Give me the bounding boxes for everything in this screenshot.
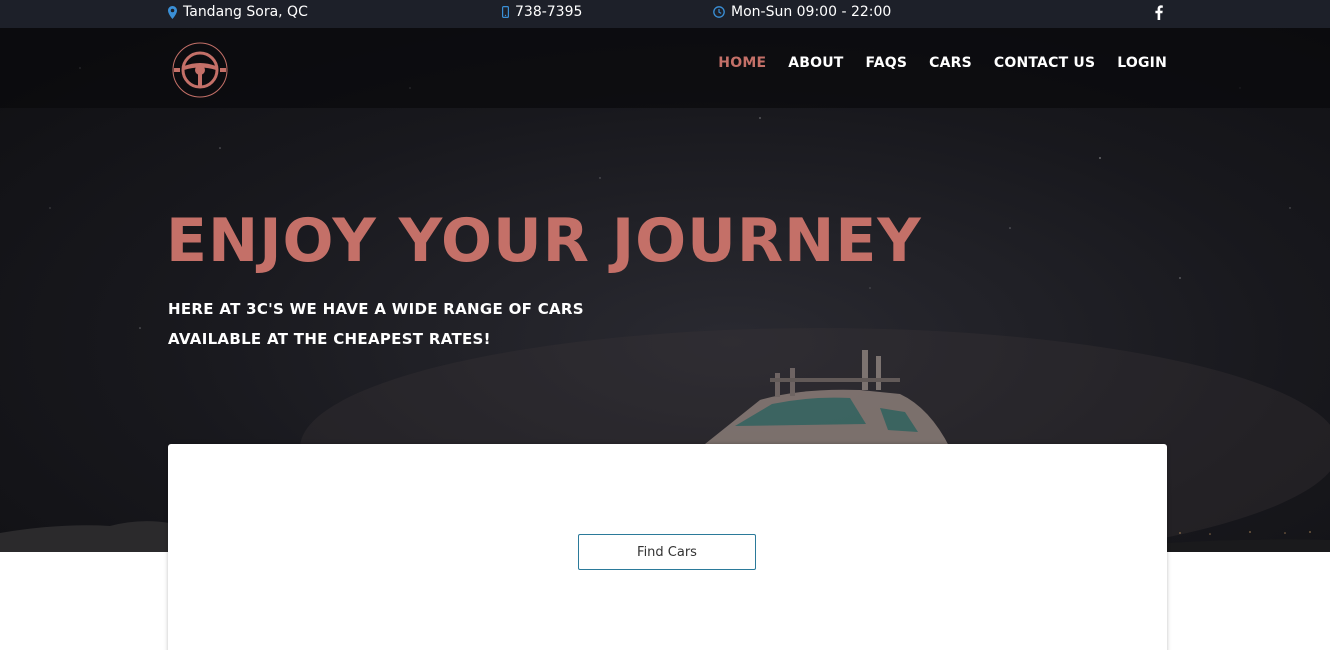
hero-subtitle-line-2: AVAILABLE AT THE CHEAPEST RATES! xyxy=(168,330,491,348)
map-marker-icon xyxy=(168,5,177,19)
address-info: Tandang Sora, QC xyxy=(168,2,308,22)
nav-contact-us[interactable]: CONTACT US xyxy=(994,55,1095,71)
nav-faqs[interactable]: FAQS xyxy=(866,55,908,71)
search-card: Find Cars xyxy=(168,444,1167,650)
nav-login[interactable]: LOGIN xyxy=(1117,55,1167,71)
phone-info: 738-7395 xyxy=(502,2,582,22)
nav-about[interactable]: ABOUT xyxy=(788,55,843,71)
hero-subtitle: HERE AT 3C'S WE HAVE A WIDE RANGE OF CAR… xyxy=(168,294,584,354)
clock-icon xyxy=(713,6,725,18)
hours-text: Mon-Sun 09:00 - 22:00 xyxy=(731,4,892,20)
main-navbar: HOME ABOUT FAQS CARS CONTACT US LOGIN xyxy=(0,28,1330,108)
facebook-icon[interactable] xyxy=(1155,4,1163,20)
page: ENJOY YOUR JOURNEY HERE AT 3C'S WE HAVE … xyxy=(0,0,1330,650)
brand-logo[interactable] xyxy=(168,40,232,100)
hero-title: ENJOY YOUR JOURNEY xyxy=(166,206,922,276)
mobile-phone-icon xyxy=(502,6,509,18)
nav-cars[interactable]: CARS xyxy=(929,55,972,71)
facebook-link[interactable] xyxy=(1155,2,1163,22)
hours-info: Mon-Sun 09:00 - 22:00 xyxy=(713,2,891,22)
primary-nav: HOME ABOUT FAQS CARS CONTACT US LOGIN xyxy=(718,55,1167,71)
top-info-bar: Tandang Sora, QC 738-7395 Mon-Sun 09:00 … xyxy=(0,0,1330,28)
address-text: Tandang Sora, QC xyxy=(183,4,308,20)
hero-subtitle-line-1: HERE AT 3C'S WE HAVE A WIDE RANGE OF CAR… xyxy=(168,300,584,318)
nav-home[interactable]: HOME xyxy=(718,55,766,71)
find-cars-button[interactable]: Find Cars xyxy=(578,534,756,570)
phone-text: 738-7395 xyxy=(515,4,583,20)
